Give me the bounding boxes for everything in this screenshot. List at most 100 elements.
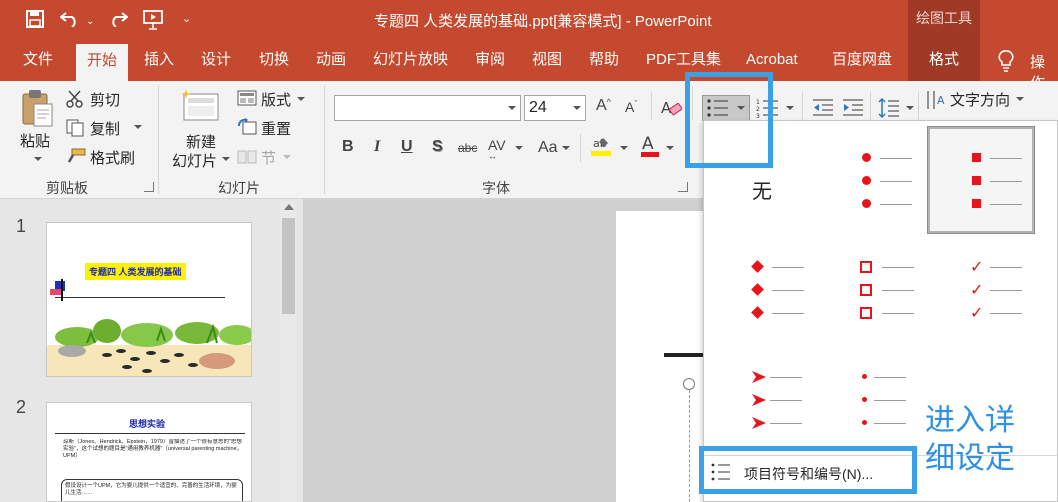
section-button[interactable]: 节 — [261, 147, 276, 168]
new-slide-dropdown-icon[interactable] — [222, 157, 230, 161]
tab-baidu-netdisk[interactable]: 百度网盘 — [821, 40, 903, 81]
numbering-dropdown-icon[interactable] — [786, 106, 794, 110]
paragraph-inner-separator — [918, 92, 919, 120]
reset-button[interactable]: 重置 — [261, 118, 291, 139]
decrease-indent-icon[interactable] — [812, 99, 834, 117]
section-icon — [237, 150, 257, 164]
bullet-style-diamond[interactable] — [708, 233, 814, 339]
tab-transitions[interactable]: 切换 — [248, 40, 300, 81]
strikethrough-button[interactable]: abc — [458, 141, 477, 155]
start-slideshow-icon[interactable] — [142, 10, 164, 30]
scroll-up-arrow-icon[interactable] — [284, 204, 294, 210]
save-icon[interactable] — [26, 10, 44, 28]
redo-icon[interactable] — [108, 11, 128, 27]
customize-qat-icon[interactable]: ⌄ — [182, 12, 191, 25]
line-spacing-icon[interactable] — [878, 98, 900, 118]
new-slide-icon[interactable] — [180, 88, 220, 122]
copy-dropdown-icon[interactable] — [134, 125, 142, 129]
change-case-button[interactable]: Aa — [538, 139, 558, 157]
cut-button[interactable]: 剪切 — [90, 89, 120, 110]
font-size-dropdown-icon[interactable] — [573, 106, 581, 110]
slide-thumbnail[interactable]: 思想实验 琼斯（Jones、Hendrick、Epstein，1979）曾描述了… — [46, 402, 252, 502]
decorative-bar — [61, 279, 63, 301]
undo-dropdown-icon[interactable]: ⌄ — [86, 16, 94, 27]
slides-group-label: 幻灯片 — [218, 180, 260, 196]
bold-button[interactable]: B — [342, 138, 354, 156]
tab-animations[interactable]: 动画 — [305, 40, 357, 81]
layout-button[interactable]: 版式 — [261, 89, 291, 110]
tab-review[interactable]: 审阅 — [464, 40, 516, 81]
scrollbar-thumb[interactable] — [282, 218, 295, 314]
text-direction-dropdown-icon[interactable] — [1016, 97, 1024, 101]
bullet-style-arrow[interactable] — [708, 341, 814, 447]
increase-font-size-icon[interactable]: A^ — [596, 97, 611, 115]
font-color-dropdown-icon[interactable] — [666, 146, 674, 150]
tab-file[interactable]: 文件 — [12, 40, 64, 81]
bullet-style-filled-square[interactable] — [927, 126, 1035, 234]
italic-button[interactable]: I — [374, 138, 380, 156]
increase-indent-icon[interactable] — [842, 99, 864, 117]
bullet-style-filled-round[interactable] — [822, 127, 928, 233]
bullet-style-small-dot[interactable] — [822, 341, 928, 447]
bullets-button-highlight — [685, 72, 773, 168]
slide-thumbnail[interactable]: 专题四 人类发展的基础 — [46, 222, 252, 377]
lightbulb-icon[interactable] — [998, 50, 1014, 72]
font-size-value: 24 — [529, 99, 547, 116]
new-slide-label-1[interactable]: 新建 — [186, 131, 216, 152]
bullet-style-checkmark[interactable]: ✓ ✓ ✓ — [928, 233, 1034, 339]
paste-icon[interactable] — [20, 88, 54, 128]
title-underline — [55, 297, 225, 298]
line-spacing-dropdown-icon[interactable] — [906, 106, 914, 110]
tab-format[interactable]: 格式 — [908, 40, 980, 81]
tab-help[interactable]: 帮助 — [578, 40, 630, 81]
font-inner-separator — [580, 134, 581, 162]
underline-button[interactable]: U — [401, 138, 413, 156]
tab-home[interactable]: 开始 — [76, 44, 129, 81]
layout-dropdown-icon[interactable] — [297, 97, 305, 101]
shape-selection-border — [689, 390, 690, 502]
group-separator — [324, 86, 325, 194]
annotation-line-1: 进入详 — [925, 403, 1015, 438]
small-dot-bullet-icon — [862, 374, 867, 379]
shape-rotation-handle[interactable] — [683, 378, 695, 390]
tab-view[interactable]: 视图 — [521, 40, 573, 81]
tab-slideshow[interactable]: 幻灯片放映 — [362, 40, 459, 81]
new-slide-label-2[interactable]: 幻灯片 — [172, 150, 217, 171]
group-separator — [158, 86, 159, 194]
tab-design[interactable]: 设计 — [190, 40, 242, 81]
character-spacing-button[interactable]: AV ↔ — [488, 137, 506, 161]
shadow-button[interactable]: S — [432, 138, 443, 156]
font-dialog-launcher[interactable] — [678, 182, 688, 192]
highlight-dropdown-icon[interactable] — [620, 146, 628, 150]
character-spacing-dropdown-icon[interactable] — [515, 146, 523, 150]
change-case-dropdown-icon[interactable] — [562, 146, 570, 150]
ants-landscape-illustration — [47, 319, 251, 376]
paragraph-inner-separator — [870, 92, 871, 120]
font-color-icon[interactable]: A — [640, 134, 660, 158]
copy-button[interactable]: 复制 — [90, 118, 120, 139]
annotation-callout: 进入详 细设定 — [925, 402, 1035, 478]
clear-formatting-icon[interactable]: A — [660, 98, 682, 118]
undo-icon[interactable] — [60, 11, 80, 27]
text-direction-button[interactable]: 文字方向 — [950, 89, 1010, 110]
decrease-font-size-icon[interactable]: Aˇ — [625, 99, 637, 115]
paste-button[interactable]: 粘贴 — [20, 130, 50, 151]
square-bullet-icon — [972, 153, 981, 162]
diamond-bullet-icon — [751, 283, 764, 296]
format-painter-button[interactable]: 格式刷 — [90, 147, 135, 168]
clipboard-dialog-launcher[interactable] — [144, 182, 154, 192]
boxed-text: 假设设计一个UPM，它为婴儿提供一个适宜的、完善的生活环境，为婴儿生活…… — [61, 479, 243, 501]
highlight-color-icon[interactable]: ab — [590, 135, 612, 157]
tab-insert[interactable]: 插入 — [133, 40, 185, 81]
text-direction-icon: A — [927, 91, 945, 109]
font-name-dropdown-icon[interactable] — [508, 106, 516, 110]
diamond-bullet-icon — [751, 260, 764, 273]
reset-icon — [238, 118, 257, 135]
section-dropdown-icon[interactable] — [283, 155, 291, 159]
paste-dropdown-icon[interactable] — [34, 157, 42, 161]
hollow-square-bullet-icon — [860, 307, 872, 319]
font-name-combo[interactable] — [334, 95, 521, 121]
font-size-combo[interactable]: 24 — [524, 95, 586, 121]
bullet-style-hollow-square[interactable] — [822, 233, 928, 339]
arrow-bullet-icon — [752, 417, 766, 429]
